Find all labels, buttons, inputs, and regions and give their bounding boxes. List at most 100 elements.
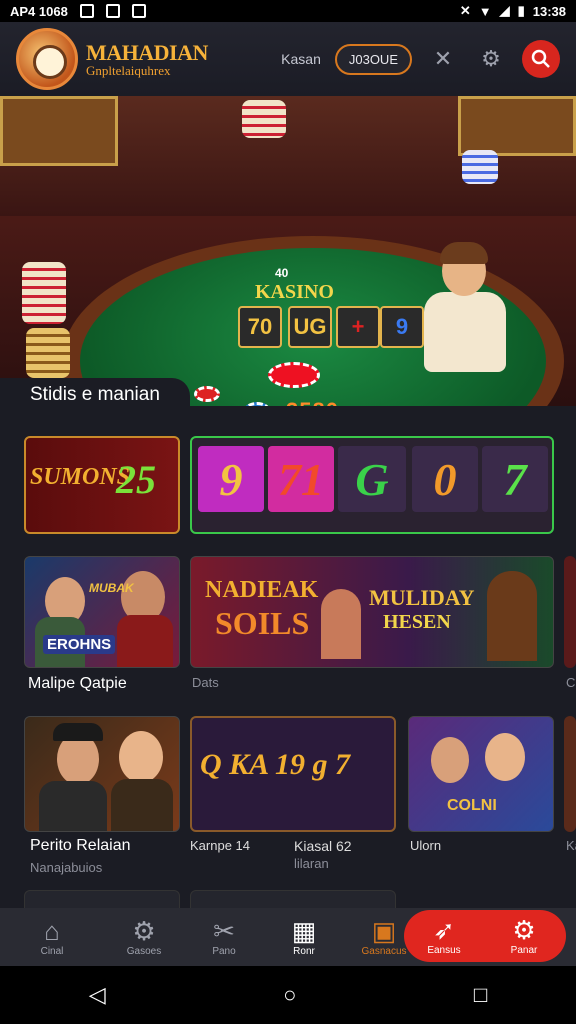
table-kasino-text: KASINO xyxy=(255,281,334,303)
signal-icon: ◢ xyxy=(499,3,510,18)
person-suit-4 xyxy=(111,779,173,831)
tile-soils-label: Dats xyxy=(192,675,219,690)
tile-partial-label: Ci xyxy=(566,675,576,690)
search-button[interactable] xyxy=(522,40,560,78)
tile-kiasal-label: Kiasal 62 xyxy=(294,838,352,854)
chip-stack-gold xyxy=(26,328,70,378)
building-icon: ▦ xyxy=(291,915,317,946)
game-tile-erohns[interactable]: MUBAK EROHNS xyxy=(24,556,180,668)
chip-stack-left xyxy=(22,262,66,324)
tile-erohns-label: Malipe Qatpie xyxy=(28,675,127,692)
nav-item-settings[interactable]: ⚙ Panar xyxy=(484,910,564,962)
person-suit-2 xyxy=(117,615,173,667)
game-tile-partial-2[interactable] xyxy=(564,716,576,832)
status-time: 13:38 xyxy=(532,3,566,19)
system-nav-bar: ◁ ○ □ xyxy=(0,966,576,1024)
notification-icon xyxy=(79,4,94,18)
nav-label-games: Gasoes xyxy=(126,945,162,957)
balance-button[interactable]: J03OUE xyxy=(334,43,412,75)
status-left-text: AP4 1068 xyxy=(10,3,68,19)
recents-icon[interactable]: □ xyxy=(474,982,487,1008)
chip-stack-blue xyxy=(462,150,498,184)
gear-icon: ⚙ xyxy=(132,915,156,946)
person-figure-8 xyxy=(485,733,525,781)
table-small-text: 40 xyxy=(275,266,289,280)
table-card-3: + xyxy=(336,306,380,348)
reel-5: 7 xyxy=(482,446,548,512)
table-card-1: 70 xyxy=(238,306,282,348)
hat-shape xyxy=(53,723,103,741)
close-icon[interactable]: ✕ xyxy=(426,42,460,76)
dealer-figure xyxy=(420,242,510,386)
table-card-4: 9 xyxy=(380,306,424,348)
tile-colni-label: Ulorn xyxy=(410,838,442,853)
game-tile-sumons[interactable]: SUMONS 25 xyxy=(24,436,180,534)
game-tile-perito[interactable] xyxy=(24,716,180,832)
battery-icon: ▮ xyxy=(517,3,525,18)
table-chip xyxy=(268,362,320,388)
tools-icon: ✂ xyxy=(213,915,235,946)
message-icon xyxy=(131,4,146,18)
person-figure-7 xyxy=(431,737,469,783)
hero-screen-left xyxy=(0,96,118,166)
settings-gear-icon[interactable]: ⚙ xyxy=(474,42,508,76)
home-icon: ⌂ xyxy=(44,915,60,946)
tile-colni-banner: COLNI xyxy=(447,797,497,814)
tile-perito-sub: Nanajabuios xyxy=(30,860,103,875)
search-icon xyxy=(531,49,550,68)
person-figure-6 xyxy=(119,731,163,783)
game-tile-karnpe[interactable]: Q KA 19 g 7 xyxy=(190,716,396,832)
game-tile-peek-1[interactable] xyxy=(24,890,180,910)
person-figure-4 xyxy=(487,571,537,661)
tile-sumons-number: 25 xyxy=(116,457,156,502)
wifi-icon: ▼ xyxy=(478,3,492,19)
rocket-icon: ➶ xyxy=(433,914,455,945)
nav-highlight: ➶ Eansus ⚙ Panar xyxy=(404,910,566,962)
tile-kiasal-sub: lilaran xyxy=(294,856,329,871)
header-label: Kasan xyxy=(281,51,321,67)
nav-item-home[interactable]: ⌂ Cinal xyxy=(0,908,104,966)
game-tile-partial[interactable] xyxy=(564,556,576,668)
game-tile-colni[interactable]: COLNI xyxy=(408,716,554,832)
tile-soils-side-1: MULIDAY xyxy=(369,585,475,610)
game-tile-reels[interactable]: 9 71 G 0 7 xyxy=(190,436,554,534)
tile-partial-2-label: Ka xyxy=(566,838,576,853)
bottom-nav: ⌂ Cinal ⚙ Gasoes ✂ Pano ▦ Ronr ▣ Gasnacu… xyxy=(0,908,576,966)
nav-item-building[interactable]: ▦ Ronr xyxy=(264,908,344,966)
hero-banner[interactable]: 40 KASINO 70 UG + 9 3580 xyxy=(0,96,576,406)
tile-karnpe-label: Karnpe 14 xyxy=(190,838,250,853)
status-bar: AP4 1068 ✕ ▼ ◢ ▮ 13:38 xyxy=(0,0,576,22)
reel-1: 9 xyxy=(198,446,264,512)
reel-3: G xyxy=(338,446,406,512)
game-tile-soils[interactable]: NADIEAK SOILS MULIDAY HESEN xyxy=(190,556,554,668)
mute-icon: ✕ xyxy=(459,3,471,18)
nav-label-settings: Panar xyxy=(510,944,538,956)
section-title: Stidis e manian xyxy=(0,378,190,410)
tile-perito-label: Perito Relaian xyxy=(30,837,131,854)
home-circle-icon[interactable]: ○ xyxy=(283,982,296,1008)
chip-stack-top xyxy=(242,100,286,138)
brand: MAHADIAN Gnpltelaiquhrex xyxy=(86,41,208,78)
tile-soils-title-2: SOILS xyxy=(215,605,310,641)
nav-item-games[interactable]: ⚙ Gasoes xyxy=(104,908,184,966)
tile-soils-title-1: NADIEAK xyxy=(205,577,319,603)
nav-item-tools[interactable]: ✂ Pano xyxy=(184,908,264,966)
hero-screen-right xyxy=(458,96,576,156)
back-icon[interactable]: ◁ xyxy=(89,982,106,1008)
reel-4: 0 xyxy=(412,446,478,512)
reel-2: 71 xyxy=(268,446,334,512)
tile-erohns-header: MUBAK xyxy=(89,581,134,595)
nav-label-tools: Pano xyxy=(212,945,236,957)
table-card-2: UG xyxy=(288,306,332,348)
nav-item-rocket[interactable]: ➶ Eansus xyxy=(404,910,484,962)
app-header: MAHADIAN Gnpltelaiquhrex Kasan J03OUE ✕ … xyxy=(0,22,576,96)
person-suit-3 xyxy=(39,781,107,831)
table-amount: 3580 xyxy=(286,398,339,406)
nav-label-card: Gasnacus xyxy=(361,945,407,957)
app-logo[interactable] xyxy=(16,28,78,90)
lock-icon xyxy=(105,4,120,18)
nav-label-building: Ronr xyxy=(293,945,315,957)
tile-karnpe-reels: Q KA 19 g 7 xyxy=(200,748,351,781)
game-tile-peek-2[interactable] xyxy=(190,890,396,910)
person-figure-3 xyxy=(321,589,361,659)
